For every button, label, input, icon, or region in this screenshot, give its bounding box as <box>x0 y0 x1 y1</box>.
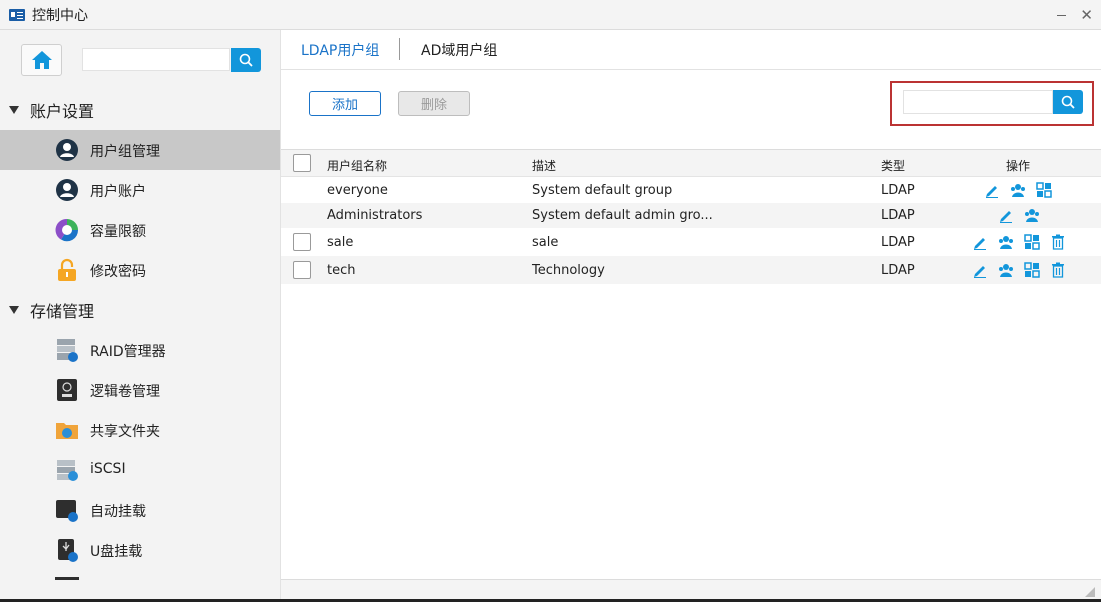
group-search-input[interactable] <box>903 90 1053 114</box>
members-icon[interactable] <box>998 262 1014 278</box>
raid-icon <box>57 339 78 362</box>
tab-ldap-groups[interactable]: LDAP用户组 <box>301 40 379 60</box>
automount-icon <box>56 500 78 522</box>
members-icon[interactable] <box>998 234 1014 250</box>
row-name: sale <box>327 235 354 250</box>
search-icon <box>239 53 253 67</box>
row-name: tech <box>327 263 356 278</box>
tab-divider <box>399 38 400 60</box>
delete-icon[interactable] <box>1050 234 1066 250</box>
row-desc: System default admin gro... <box>532 208 713 223</box>
control-center-icon <box>9 8 25 21</box>
members-icon[interactable] <box>1010 182 1026 198</box>
collapse-triangle-icon <box>9 106 19 114</box>
sidebar-item-user-accounts[interactable]: 用户账户 <box>0 170 280 210</box>
permissions-icon[interactable] <box>1024 234 1040 250</box>
table-row[interactable]: everyone System default group LDAP <box>281 178 1101 203</box>
lock-icon <box>58 258 76 281</box>
minimize-button[interactable] <box>1057 15 1067 16</box>
delete-icon[interactable] <box>1050 262 1066 278</box>
header-ops: 操作 <box>1006 159 1031 173</box>
section-account-settings[interactable]: 账户设置 <box>0 98 280 122</box>
row-checkbox[interactable] <box>293 233 311 251</box>
edit-icon[interactable] <box>972 262 988 278</box>
sidebar-search-button[interactable] <box>231 48 261 72</box>
row-desc: Technology <box>532 263 605 278</box>
sidebar-item-usb-mount[interactable]: U盘挂载 <box>0 530 280 570</box>
usb-mount-icon <box>58 539 78 562</box>
sidebar-item-raid[interactable]: RAID管理器 <box>0 330 280 370</box>
search-icon <box>1061 95 1075 109</box>
collapse-triangle-icon <box>9 306 19 314</box>
row-type: LDAP <box>881 263 915 278</box>
user-group-icon <box>56 139 78 161</box>
user-account-icon <box>56 179 78 201</box>
table-header: 用户组名称 描述 类型 操作 <box>281 149 1101 177</box>
edit-icon[interactable] <box>984 182 1000 198</box>
row-name: everyone <box>327 183 388 198</box>
table-row[interactable]: tech Technology LDAP <box>281 256 1101 284</box>
row-type: LDAP <box>881 183 915 198</box>
group-search-button[interactable] <box>1053 90 1083 114</box>
row-name: Administrators <box>327 208 423 223</box>
sidebar-item-lvm[interactable]: 逻辑卷管理 <box>0 370 280 410</box>
header-type: 类型 <box>881 159 906 173</box>
sidebar-search-input[interactable] <box>82 48 230 71</box>
sidebar-item-user-groups[interactable]: 用户组管理 <box>0 130 280 170</box>
row-desc: System default group <box>532 183 673 198</box>
home-button[interactable] <box>21 44 62 76</box>
select-all-checkbox[interactable] <box>293 154 311 172</box>
main-panel: LDAP用户组 AD域用户组 添加 删除 用户组名称 描述 类型 操作 ever… <box>281 30 1101 579</box>
section-storage-management[interactable]: 存储管理 <box>0 298 280 322</box>
table-row[interactable]: Administrators System default admin gro.… <box>281 203 1101 228</box>
permissions-icon[interactable] <box>1024 262 1040 278</box>
resize-grip-icon[interactable] <box>1085 587 1095 597</box>
header-desc: 描述 <box>532 159 557 173</box>
members-icon[interactable] <box>1024 207 1040 223</box>
table-row[interactable]: sale sale LDAP <box>281 228 1101 256</box>
sidebar-item-iscsi[interactable]: iSCSI <box>0 450 280 490</box>
sidebar-item-automount[interactable]: 自动挂载 <box>0 490 280 530</box>
row-type: LDAP <box>881 235 915 250</box>
delete-button[interactable]: 删除 <box>398 91 470 116</box>
sidebar-item-quota[interactable]: 容量限额 <box>0 210 280 250</box>
quota-icon <box>55 218 79 242</box>
close-button[interactable]: ✕ <box>1080 7 1093 23</box>
shared-folder-icon <box>56 423 78 439</box>
iscsi-icon <box>57 460 78 481</box>
section-label: 存储管理 <box>30 302 95 321</box>
edit-icon[interactable] <box>998 207 1014 223</box>
sidebar-item-shared-folder[interactable]: 共享文件夹 <box>0 410 280 450</box>
sidebar: 账户设置 用户组管理 用户账户 容量限额 修改密码 存储管理 RAID管理器 逻… <box>0 30 281 602</box>
edit-icon[interactable] <box>972 234 988 250</box>
section-label: 账户设置 <box>30 102 95 121</box>
row-checkbox[interactable] <box>293 261 311 279</box>
sidebar-item-partial <box>55 577 79 580</box>
permissions-icon[interactable] <box>1036 182 1052 198</box>
add-button[interactable]: 添加 <box>309 91 381 116</box>
tab-ad-groups[interactable]: AD域用户组 <box>421 40 497 60</box>
sidebar-item-change-password[interactable]: 修改密码 <box>0 250 280 290</box>
title-bar: 控制中心 ✕ <box>0 0 1101 30</box>
window-title: 控制中心 <box>32 7 88 24</box>
tab-bar: LDAP用户组 AD域用户组 <box>281 30 1101 70</box>
home-icon <box>31 51 52 69</box>
header-name: 用户组名称 <box>327 159 388 173</box>
row-desc: sale <box>532 235 559 250</box>
row-type: LDAP <box>881 208 915 223</box>
lvm-icon <box>57 379 77 401</box>
